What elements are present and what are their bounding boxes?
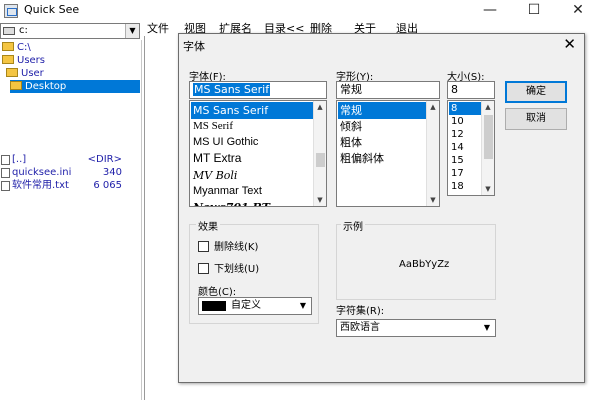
tree-item-user[interactable]: User <box>6 67 44 80</box>
charset-label: 字符集(R): <box>336 306 385 317</box>
size-list-item[interactable]: 12 <box>449 128 464 141</box>
maximize-icon[interactable]: ☐ <box>512 0 556 22</box>
dialog-title: 字体 <box>183 40 205 53</box>
tree-item-users[interactable]: Users <box>2 54 45 67</box>
style-list-item[interactable]: 常规 <box>338 102 427 119</box>
title-bar: Quick See — ☐ ✕ <box>0 0 600 22</box>
font-dialog: 字体 ✕ 字体(F): MS Sans Serif MS Sans Serif … <box>178 33 585 383</box>
font-style-input[interactable]: 常规 <box>336 81 440 99</box>
size-list-item[interactable]: 8 <box>449 102 482 115</box>
font-list-scrollbar[interactable]: ▲ ▼ <box>313 101 326 206</box>
scroll-up-icon[interactable]: ▲ <box>314 101 326 113</box>
color-dropdown[interactable]: 自定义 ▼ <box>198 297 312 315</box>
style-list-item[interactable]: 粗体 <box>338 134 362 151</box>
drive-selector[interactable]: c: ▼ <box>0 23 140 39</box>
ok-button[interactable]: 确定 <box>505 81 567 103</box>
chevron-down-icon[interactable]: ▼ <box>480 321 494 335</box>
scroll-down-icon[interactable]: ▼ <box>482 183 494 195</box>
scroll-down-icon[interactable]: ▼ <box>314 194 326 206</box>
color-label: 颜色(C): <box>198 287 237 298</box>
app-icon <box>4 4 18 18</box>
up-folder-icon <box>1 155 10 165</box>
font-list-item[interactable]: MS Serif <box>191 118 233 135</box>
folder-open-icon <box>10 81 22 90</box>
font-list-item[interactable]: MS UI Gothic <box>191 134 258 151</box>
folder-open-icon <box>2 42 14 51</box>
style-list-item[interactable]: 粗偏斜体 <box>338 150 384 167</box>
strikeout-checkbox[interactable]: 删除线(K) <box>198 241 258 254</box>
size-list-scrollbar[interactable]: ▲ ▼ <box>481 101 494 195</box>
charset-dropdown[interactable]: 西欧语言 ▼ <box>336 319 496 337</box>
effects-label: 效果 <box>196 218 220 233</box>
drive-icon <box>3 27 15 35</box>
style-list-item[interactable]: 倾斜 <box>338 118 362 135</box>
font-style-list[interactable]: 常规 倾斜 粗体 粗偏斜体 ▲ ▼ <box>336 100 440 207</box>
scroll-up-icon[interactable]: ▲ <box>427 101 439 113</box>
font-list-item[interactable]: News701 BT <box>191 199 270 206</box>
sample-group: 示例 AaBbYyZz <box>336 218 496 300</box>
font-size-input[interactable]: 8 <box>447 81 495 99</box>
menu-file[interactable]: 文件 <box>147 22 169 36</box>
folder-tree: C:\ Users User Desktop <box>0 40 142 150</box>
chevron-down-icon[interactable]: ▼ <box>296 299 310 313</box>
drive-value: c: <box>19 25 28 36</box>
size-list-item[interactable]: 14 <box>449 141 464 154</box>
font-list-item[interactable]: MT Extra <box>191 150 241 167</box>
window-title: Quick See <box>24 3 80 16</box>
font-name-input[interactable]: MS Sans Serif <box>189 81 327 99</box>
text-file-icon <box>1 181 10 191</box>
color-swatch <box>202 301 226 311</box>
close-icon[interactable]: ✕ <box>563 35 576 53</box>
font-list-item[interactable]: Myanmar Text <box>191 183 262 200</box>
scroll-thumb[interactable] <box>316 153 325 167</box>
scroll-up-icon[interactable]: ▲ <box>482 101 494 113</box>
folder-open-icon <box>6 68 18 77</box>
tree-item-c[interactable]: C:\ <box>2 41 31 54</box>
folder-open-icon <box>2 55 14 64</box>
style-list-scrollbar[interactable]: ▲ ▼ <box>426 101 439 206</box>
size-list-item[interactable]: 15 <box>449 154 464 167</box>
scroll-down-icon[interactable]: ▼ <box>427 194 439 206</box>
chevron-down-icon[interactable]: ▼ <box>125 24 139 38</box>
sample-preview: AaBbYyZz <box>399 259 450 270</box>
cancel-button[interactable]: 取消 <box>505 108 567 130</box>
tree-item-desktop[interactable]: Desktop <box>10 80 140 93</box>
font-size-list[interactable]: 8 10 12 14 15 17 18 ▲ ▼ <box>447 100 495 196</box>
close-icon[interactable]: ✕ <box>556 0 600 22</box>
underline-checkbox[interactable]: 下划线(U) <box>198 263 259 276</box>
file-list: [..] <DIR> quicksee.ini 340 软件常用.txt 6 0… <box>0 150 142 400</box>
size-list-item[interactable]: 17 <box>449 167 464 180</box>
checkbox-icon[interactable] <box>198 241 209 252</box>
font-list[interactable]: MS Sans Serif MS Serif MS UI Gothic MT E… <box>189 100 327 207</box>
font-list-item[interactable]: MS Sans Serif <box>191 102 314 119</box>
file-row-parent[interactable]: [..] <DIR> <box>0 153 140 166</box>
minimize-icon[interactable]: — <box>468 0 512 22</box>
scroll-thumb[interactable] <box>484 115 493 159</box>
settings-file-icon <box>1 168 10 178</box>
font-list-item[interactable]: MV Boli <box>191 167 237 184</box>
file-row-txt[interactable]: 软件常用.txt 6 065 <box>0 179 140 192</box>
size-list-item[interactable]: 10 <box>449 115 464 128</box>
sample-label: 示例 <box>341 218 365 233</box>
effects-group: 效果 删除线(K) 下划线(U) 颜色(C): 自定义 ▼ <box>189 218 319 324</box>
size-list-item[interactable]: 18 <box>449 180 464 193</box>
file-row-quicksee-ini[interactable]: quicksee.ini 340 <box>0 166 140 179</box>
checkbox-icon[interactable] <box>198 263 209 274</box>
quick-see-window: Quick See — ☐ ✕ c: ▼ C:\ Users User Desk… <box>0 0 600 400</box>
